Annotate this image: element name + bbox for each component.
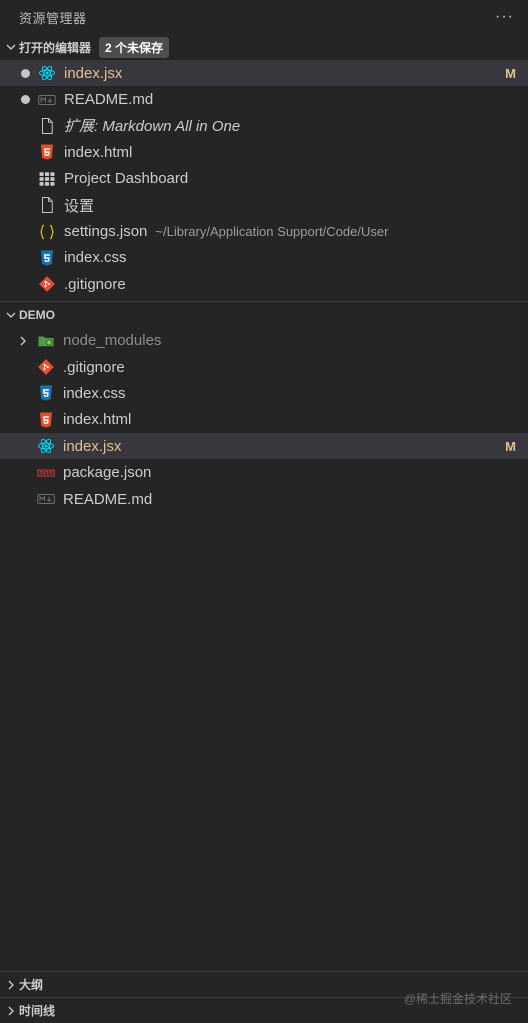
unsaved-dot-icon[interactable]	[21, 95, 30, 105]
react-icon	[37, 437, 55, 455]
file-tree-item[interactable]: index.css	[0, 380, 528, 406]
file-icon	[38, 196, 56, 214]
npm-icon	[37, 464, 55, 482]
node-folder-icon	[37, 332, 55, 350]
open-editor-item[interactable]: index.css	[0, 245, 528, 271]
git-icon	[37, 358, 55, 376]
file-tree-item[interactable]: index.jsx M	[0, 433, 528, 460]
open-editor-item[interactable]: Project Dashboard	[0, 166, 528, 192]
json-braces-icon	[38, 223, 56, 241]
html5-icon	[37, 411, 55, 429]
file-label: 扩展: Markdown All in One	[64, 118, 241, 136]
markdown-icon	[37, 490, 55, 508]
file-tree-item[interactable]: .gitignore	[0, 354, 528, 380]
open-editors-list: index.jsx M README.md 扩展: Markdown All in O…	[0, 60, 528, 298]
workspace-file-tree: node_modules .gitignore index.css index.htm…	[0, 328, 528, 513]
chevron-right-icon	[4, 1006, 18, 1016]
more-actions-icon[interactable]: ···	[495, 8, 514, 26]
file-label: README.md	[64, 91, 154, 109]
bottom-panels: 大纲 时间线 @稀土掘金技术社区	[0, 971, 528, 1023]
open-editors-header[interactable]: 打开的编辑器 2 个未保存	[0, 34, 528, 60]
file-label: 设置	[64, 197, 95, 215]
chevron-right-icon[interactable]	[14, 336, 32, 346]
file-label: index.jsx	[64, 64, 123, 82]
git-icon	[38, 275, 56, 293]
open-editor-item[interactable]: index.jsx M	[0, 60, 528, 87]
file-label: .gitignore	[63, 358, 125, 376]
unsaved-badge: 2 个未保存	[99, 36, 170, 58]
explorer-panel: 资源管理器 ··· 打开的编辑器 2 个未保存 index.jsx M README…	[0, 0, 528, 1023]
open-editor-item[interactable]: 扩展: Markdown All in One	[0, 113, 528, 139]
file-label: index.css	[64, 249, 127, 267]
file-label: node_modules	[63, 332, 162, 350]
file-label: Project Dashboard	[64, 170, 189, 188]
file-label: .gitignore	[64, 275, 126, 293]
timeline-title: 时间线	[19, 1004, 56, 1018]
open-editor-item[interactable]: README.md	[0, 86, 528, 112]
explorer-title-bar: 资源管理器 ···	[0, 0, 528, 34]
git-modified-badge: M	[505, 65, 516, 81]
open-editor-item[interactable]: settings.json ~/Library/Application Suppo…	[0, 218, 528, 244]
file-label: settings.json	[64, 223, 148, 241]
outline-title: 大纲	[19, 978, 44, 992]
unsaved-indicator-slot	[0, 95, 38, 105]
chevron-down-icon	[4, 310, 18, 320]
unsaved-dot-icon[interactable]	[21, 68, 30, 78]
open-editor-item[interactable]: .gitignore	[0, 271, 528, 297]
file-label: package.json	[63, 464, 152, 482]
grid-icon	[38, 170, 56, 188]
open-editor-item[interactable]: 设置	[0, 192, 528, 218]
file-tree-item[interactable]: node_modules	[0, 328, 528, 354]
chevron-down-icon	[4, 42, 18, 52]
open-editors-title: 打开的编辑器	[19, 40, 92, 55]
watermark: @稀土掘金技术社区	[403, 992, 512, 1006]
file-label: README.md	[63, 490, 153, 508]
file-tree-item[interactable]: index.html	[0, 407, 528, 433]
git-modified-badge: M	[505, 438, 516, 454]
html5-icon	[38, 143, 56, 161]
file-tree-item[interactable]: package.json	[0, 459, 528, 485]
explorer-title: 资源管理器	[19, 10, 87, 26]
file-label: index.html	[64, 143, 133, 161]
file-tree-item[interactable]: README.md	[0, 486, 528, 512]
open-editor-item[interactable]: index.html	[0, 139, 528, 165]
workspace-title: DEMO	[19, 307, 55, 322]
unsaved-indicator-slot	[0, 68, 38, 78]
css3-icon	[37, 384, 55, 402]
chevron-right-icon	[4, 980, 18, 990]
file-label: index.css	[63, 384, 126, 402]
markdown-icon	[38, 91, 56, 109]
file-path-description: ~/Library/Application Support/Code/User	[155, 224, 389, 240]
css3-icon	[38, 249, 56, 267]
file-label: index.jsx	[63, 437, 122, 455]
workspace-header[interactable]: DEMO	[0, 302, 528, 328]
file-icon	[38, 117, 56, 135]
file-label: index.html	[63, 411, 132, 429]
react-icon	[38, 64, 56, 82]
